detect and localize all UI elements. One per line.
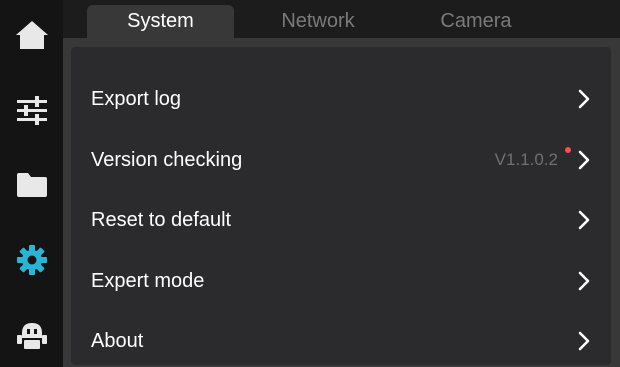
sidebar-item-robot[interactable] (0, 307, 63, 363)
folder-icon (16, 173, 47, 197)
tab-camera[interactable]: Camera (403, 5, 549, 38)
row-label: About (91, 329, 144, 352)
row-about[interactable]: About (71, 311, 611, 365)
sidebar (0, 0, 63, 367)
chevron-right-icon (578, 150, 590, 170)
chevron-right-icon (578, 331, 590, 351)
tab-system[interactable]: System (87, 5, 234, 38)
gear-icon (16, 245, 47, 275)
row-label: Expert mode (91, 269, 205, 292)
row-label: Reset to default (91, 208, 232, 231)
robot-icon (16, 323, 47, 349)
tab-network[interactable]: Network (243, 5, 393, 38)
chevron-right-icon (578, 89, 590, 109)
row-expert-mode[interactable]: Expert mode (71, 251, 611, 311)
chevron-right-icon (578, 271, 590, 291)
sidebar-item-adjust[interactable] (0, 82, 63, 138)
system-panel: Export log Version checking V1.1.0.2 Res… (63, 38, 620, 367)
row-reset-to-default[interactable]: Reset to default (71, 190, 611, 250)
update-badge (565, 147, 571, 153)
version-value: V1.1.0.2 (494, 150, 558, 169)
sidebar-item-home[interactable] (0, 7, 63, 63)
row-version-checking[interactable]: Version checking V1.1.0.2 (71, 130, 611, 190)
home-icon (15, 21, 48, 49)
row-label: Version checking (91, 148, 243, 171)
chevron-right-icon (578, 210, 590, 230)
settings-list: Export log Version checking V1.1.0.2 Res… (71, 47, 611, 365)
sidebar-item-settings[interactable] (0, 232, 63, 288)
tab-bar: System Network Camera (63, 0, 620, 38)
settings-screen: System Network Camera Export log Version… (0, 0, 620, 367)
sliders-icon (16, 96, 47, 125)
sidebar-item-files[interactable] (0, 157, 63, 213)
row-export-log[interactable]: Export log (71, 69, 611, 129)
row-label: Export log (91, 87, 182, 110)
